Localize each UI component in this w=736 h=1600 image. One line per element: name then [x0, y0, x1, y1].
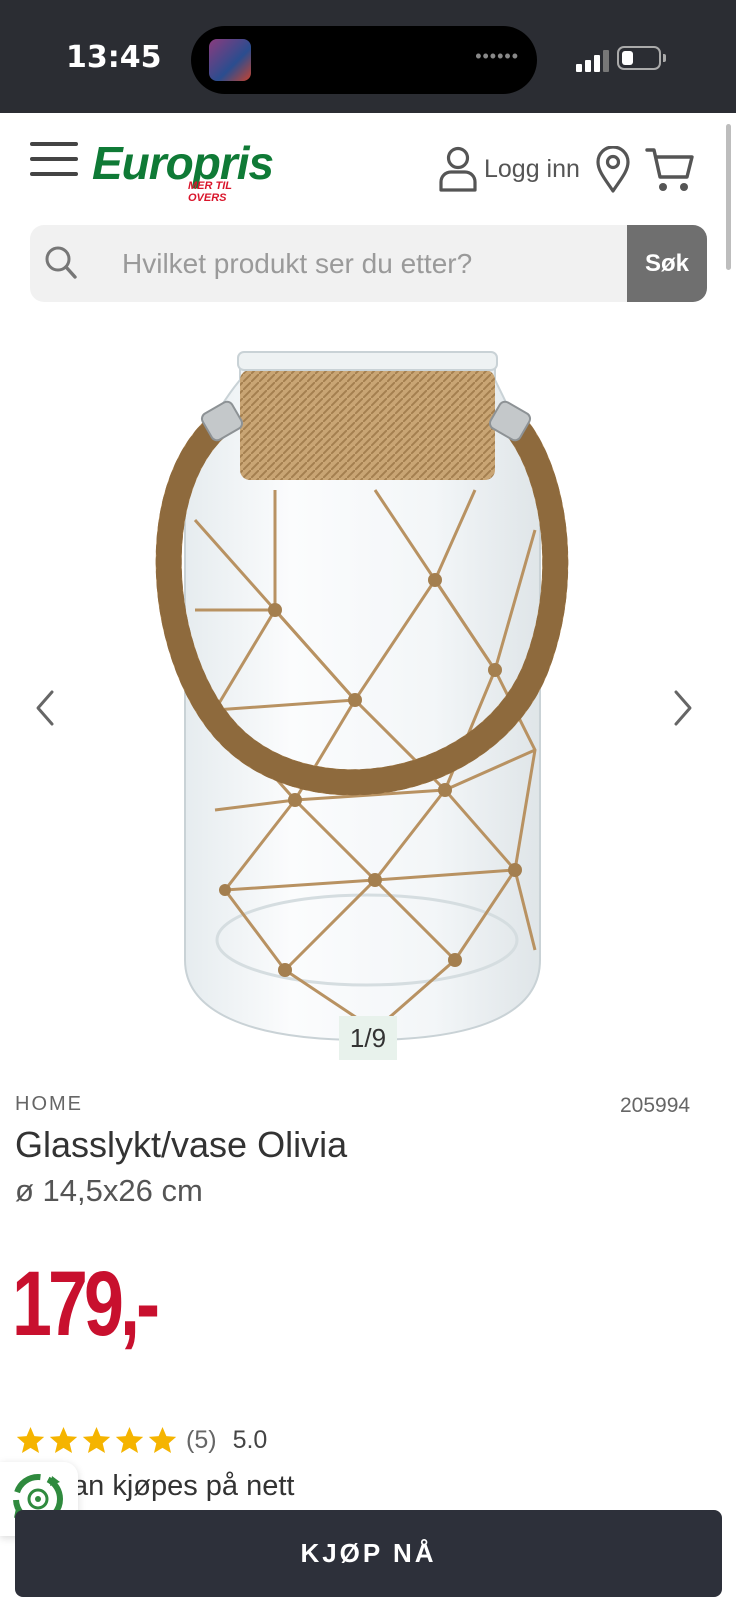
image-counter: 1/9 — [339, 1016, 397, 1060]
star-icon — [16, 1426, 45, 1454]
rating-stars — [15, 1425, 180, 1456]
chevron-right-icon[interactable] — [670, 686, 698, 730]
map-pin-icon[interactable] — [595, 146, 631, 194]
battery-icon — [617, 46, 661, 70]
status-bar: 13:45 •••••• — [0, 0, 736, 113]
status-time: 13:45 — [66, 40, 162, 75]
scrollbar[interactable] — [726, 124, 731, 270]
product-title: Glasslykt/vase Olivia — [15, 1124, 348, 1165]
island-dots: •••••• — [475, 46, 519, 66]
product-brand[interactable]: HOME — [15, 1093, 83, 1116]
availability-text: an kjøpes på nett — [72, 1470, 295, 1502]
star-icon — [115, 1426, 144, 1454]
logo-tagline: MER TIL OVERS — [188, 180, 232, 204]
star-icon — [148, 1426, 177, 1454]
rating-score: 5.0 — [232, 1426, 268, 1454]
product-price: 179,- — [12, 1253, 160, 1355]
product-sku: 205994 — [620, 1094, 691, 1117]
menu-icon[interactable] — [30, 142, 78, 176]
search-icon — [45, 246, 77, 279]
signal-icon — [576, 50, 610, 72]
search-input[interactable] — [90, 225, 650, 302]
buy-now-button[interactable]: KJØP NÅ — [15, 1510, 722, 1597]
logo[interactable]: Europris MER TIL OVERS — [92, 136, 274, 204]
search-bar: Søk — [30, 225, 707, 302]
product-subtitle: ø 14,5x26 cm — [15, 1173, 203, 1208]
product-image — [155, 351, 569, 1042]
rating-count: (5) — [186, 1426, 217, 1454]
cart-icon[interactable] — [645, 146, 695, 194]
product-rating[interactable]: (5) 5.0 — [15, 1425, 267, 1456]
chevron-left-icon[interactable] — [30, 686, 58, 730]
search-button[interactable]: Søk — [627, 225, 707, 302]
login-label: Logg inn — [484, 154, 580, 183]
dynamic-island: •••••• — [191, 26, 537, 94]
star-icon — [82, 1426, 111, 1454]
user-icon — [439, 146, 477, 192]
login-button[interactable]: Logg inn — [438, 146, 580, 192]
star-icon — [49, 1426, 78, 1454]
island-thumbnail — [209, 39, 251, 81]
